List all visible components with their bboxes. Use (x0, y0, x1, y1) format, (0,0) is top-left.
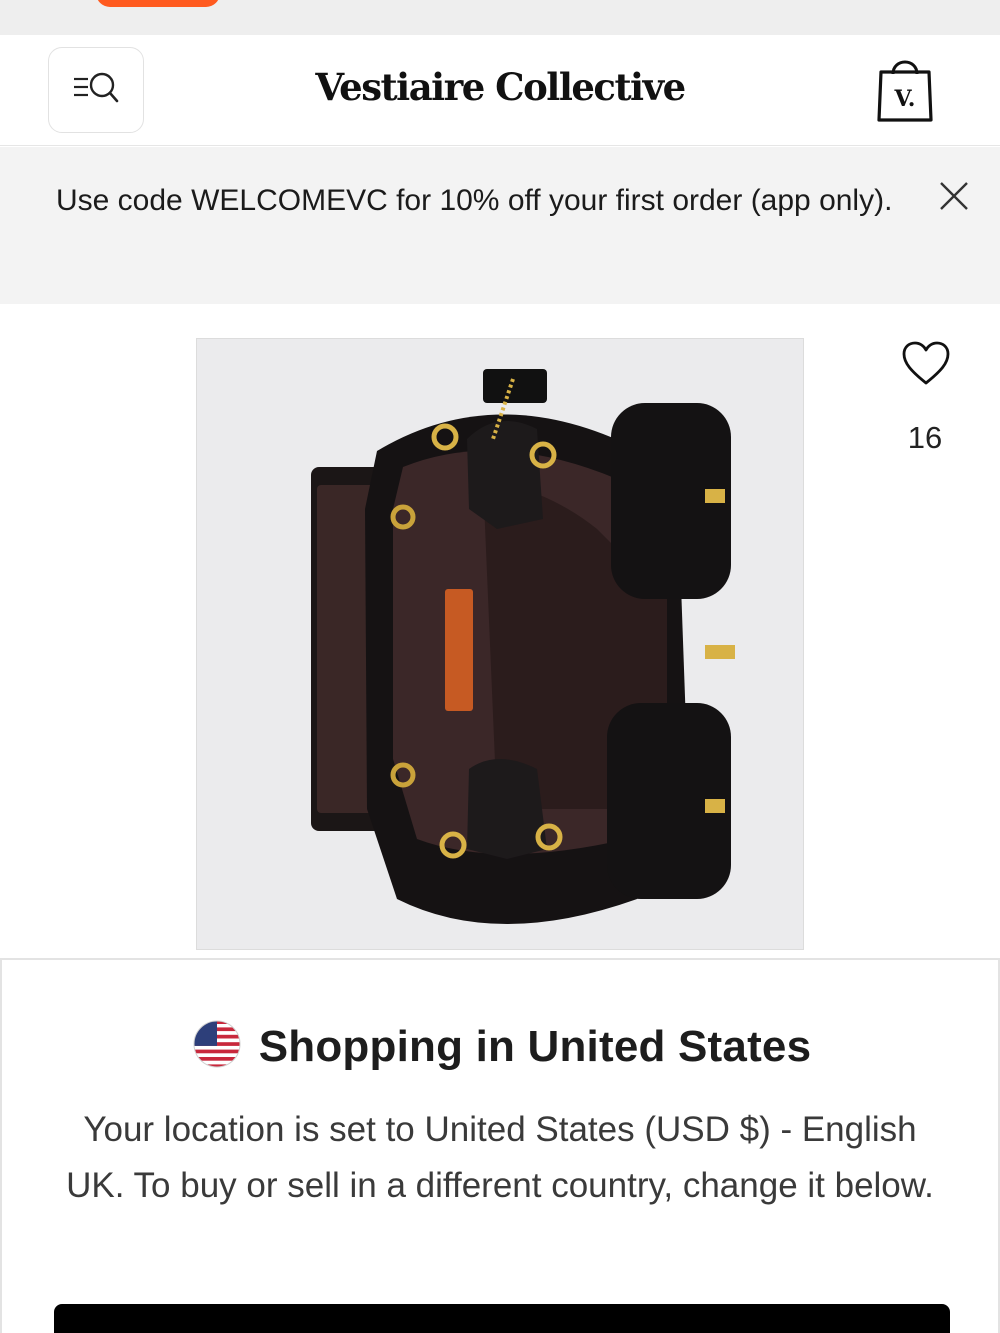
product-image[interactable] (196, 338, 804, 950)
brand-logo[interactable]: Vestiaire Collective (0, 65, 1000, 109)
page: Vestiaire Collective V. Use code WELCOME… (0, 0, 1000, 1333)
modal-title: Shopping in United States (258, 1021, 812, 1071)
shopping-bag-icon: V. (875, 54, 935, 129)
site-header: Vestiaire Collective V. (0, 35, 1000, 146)
us-flag-icon (193, 1020, 241, 1073)
browser-top-strip (0, 0, 1000, 35)
backpack-image (197, 339, 803, 949)
bag-letter: V. (894, 86, 916, 112)
top-orange-pill[interactable] (96, 0, 220, 7)
modal-primary-button[interactable] (54, 1304, 950, 1333)
country-modal: Shopping in United States Your location … (0, 958, 1000, 1333)
modal-body-text: Your location is set to United States (U… (66, 1110, 934, 1205)
favorite-button[interactable] (898, 340, 954, 392)
promo-close-button[interactable] (934, 176, 974, 216)
promo-text: Use code WELCOMEVC for 10% off your firs… (56, 184, 893, 217)
favorites-count: 16 (907, 420, 943, 455)
modal-title-row: Shopping in United States (2, 1020, 1000, 1073)
promo-banner: Use code WELCOMEVC for 10% off your firs… (0, 147, 1000, 304)
cart-button[interactable]: V. (872, 55, 938, 127)
heart-outline-icon (901, 341, 951, 392)
close-icon (934, 182, 974, 220)
